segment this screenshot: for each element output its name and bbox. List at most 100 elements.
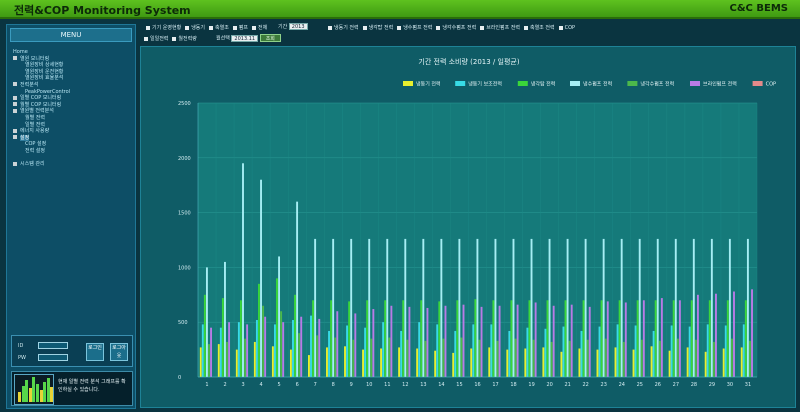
filter-label: 냉동기 [191,25,206,31]
filter-checkbox[interactable]: 일일전력 [144,36,168,42]
bar [568,340,571,377]
filter-label: 냉각탑 전력 [368,25,394,31]
legend-swatch [627,81,638,86]
bar [588,306,591,377]
bar [408,306,411,377]
bar [692,238,695,377]
filter-label: 축열조 [215,25,229,31]
bar [201,324,204,377]
thumbnail-bar [46,378,50,402]
menu-item[interactable]: 열원별 전력분석 [13,108,131,115]
x-tick-label: 3 [241,382,244,388]
bar [400,330,403,377]
filter-checkbox[interactable]: 냉동기 전력 [328,25,359,31]
bar [390,305,393,377]
bar [694,339,697,377]
legend-label: 냉동기 전력 [416,81,441,88]
bar [271,346,274,377]
x-tick-label: 20 [546,382,552,388]
menu-item-label: 일별 COP 모니터링 [20,95,62,102]
bar [307,355,310,377]
checkbox-icon [558,25,563,30]
legend-label: COP [766,82,776,88]
checkbox-icon [397,25,402,30]
period-select[interactable]: 2013 [288,23,308,30]
filter-label: 냉수펌프 전력 [403,25,433,31]
menu-item-label: PeakPowerControl [25,88,71,95]
checkbox-icon [144,36,148,41]
bar [566,238,569,377]
filter-checkbox[interactable]: 축열조 [209,25,229,31]
filter-checkbox[interactable]: COP [558,25,576,31]
menu-item-label: 월별 전력 [25,114,45,121]
menu-item-label: COP 설정 [25,141,47,148]
bar [382,322,385,377]
menu-item[interactable]: 에너지 사용량 [13,128,131,135]
id-input[interactable] [37,342,68,349]
login-button[interactable]: 로그인 [86,343,104,361]
bar [237,322,240,377]
x-tick-label: 18 [510,382,516,388]
filter-checkbox[interactable]: 기기 운영현황 [146,25,181,31]
filter-bar: 기기 운영현황 냉동기 축열조 펌프 전체 기간 2013 냉동기 전력 냉각탑 전력 냉수… [142,22,796,46]
bar [438,301,441,377]
filter-checkbox[interactable]: 월전력량 [172,36,197,42]
logout-button[interactable]: 로그아웃 [110,343,128,361]
bar [434,350,437,377]
bar [344,346,346,377]
filter-label: 브라인펌프 전력 [486,25,520,31]
filter-label: COP [564,25,576,31]
bar [712,341,715,377]
filter-checkbox[interactable]: 전체 [252,25,267,31]
bar [688,326,691,377]
filter-checkbox[interactable]: 냉각탑 전력 [362,25,394,31]
menu-item[interactable]: 월별 전력 [13,115,131,122]
menu-item[interactable]: 전력 설정 [13,148,131,155]
menu-item[interactable]: 열원장비 효율분석 [13,75,131,82]
filter-checkbox[interactable]: 축열조 전력 [523,25,555,31]
bar [624,302,627,377]
bar [596,349,599,377]
filter-checkbox[interactable]: 냉각수펌프 전력 [436,25,476,31]
thumbnail-bar [21,386,25,402]
bar [656,238,659,377]
bar [334,337,337,377]
bar [606,301,609,377]
filter-checkbox[interactable]: 냉동기 [185,25,205,31]
menu-item[interactable]: 시스템 관리 [13,161,131,168]
thumbnail-bar [25,380,29,402]
bar [426,307,429,377]
chart-thumbnail-image[interactable] [14,374,54,405]
menu-item[interactable]: 전력분석 [13,82,131,89]
bar [314,238,317,377]
month-select[interactable]: 2013.11 [231,34,259,42]
x-tick-label: 19 [528,382,534,388]
bar [616,324,619,377]
bar [650,346,653,377]
bar [724,325,727,377]
filter-checkbox[interactable]: 펌프 [232,25,248,31]
legend-swatch [403,81,413,86]
bar [722,348,725,377]
filter-checkbox[interactable]: 냉수펌프 전력 [397,25,432,31]
thumbnail-bar [39,390,43,402]
legend-label: 냉동기 보조전력 [468,81,502,88]
bar [332,238,335,377]
menu-item[interactable]: 열원장비 상세현황 [13,62,131,69]
bar [670,325,673,377]
bar [442,338,445,377]
menu-item[interactable]: COP 설정 [13,141,131,148]
pw-input[interactable] [37,354,68,361]
filter-checkbox[interactable]: 브라인펌프 전력 [480,25,520,31]
search-button[interactable]: 조회 [259,34,281,42]
x-tick-label: 9 [350,382,353,388]
bar [420,300,423,377]
bar [350,238,353,377]
bar [636,300,639,377]
menu-item[interactable]: Home [13,49,131,56]
legend-swatch [517,81,528,86]
bar [528,300,531,377]
bar [570,304,573,377]
menu-item[interactable]: 일별 COP 모니터링 [13,95,131,102]
bar [562,326,565,377]
